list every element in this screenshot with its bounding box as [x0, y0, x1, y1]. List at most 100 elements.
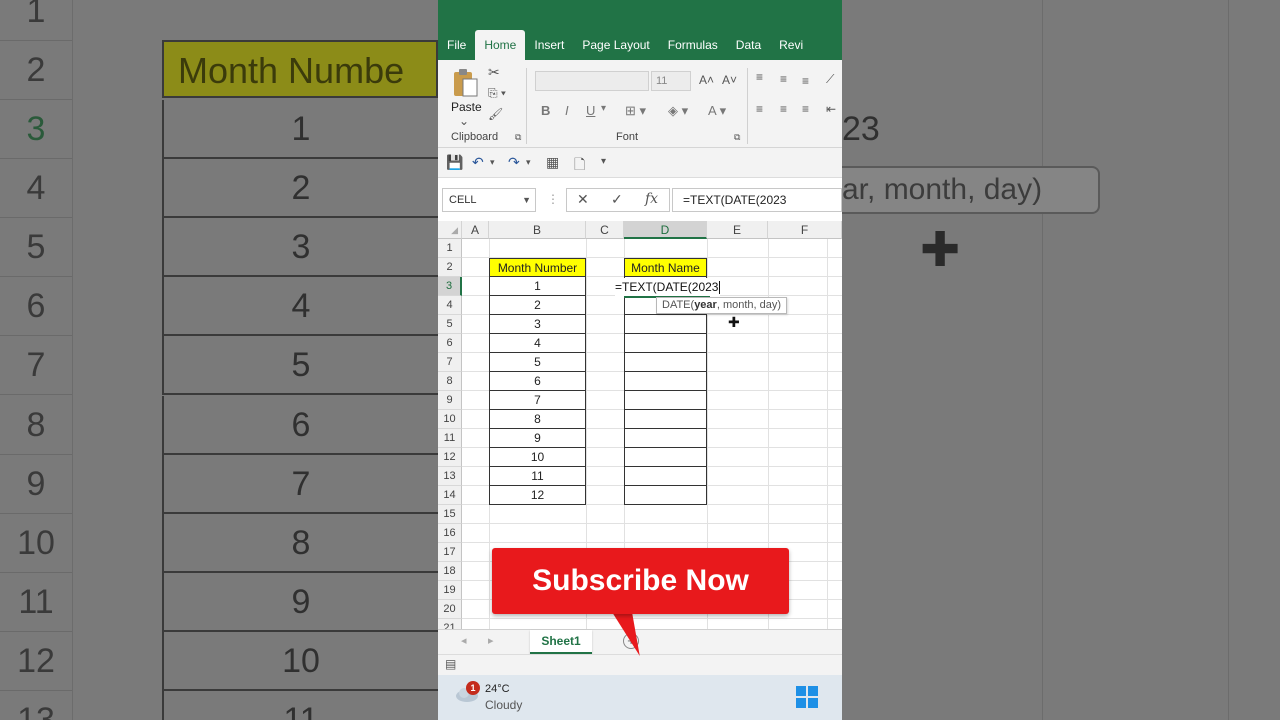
row-header[interactable]: 11	[438, 429, 462, 448]
row-header[interactable]: 19	[438, 581, 462, 600]
enter-icon[interactable]: ✓	[611, 191, 623, 208]
accessibility-icon[interactable]: ▤	[445, 657, 456, 671]
tab-data[interactable]: Data	[727, 30, 770, 60]
table-cell[interactable]	[624, 486, 707, 505]
column-header-c[interactable]: C	[586, 221, 624, 239]
table-cell[interactable]	[624, 429, 707, 448]
row-header[interactable]: 1	[438, 239, 462, 258]
select-all-corner[interactable]: ◢	[438, 221, 462, 239]
weather-temperature[interactable]: 24°C	[485, 683, 510, 695]
row-header[interactable]: 7	[438, 353, 462, 372]
row-header[interactable]: 10	[438, 410, 462, 429]
chevron-down-icon[interactable]: ▾	[601, 103, 606, 114]
column-header-d[interactable]: D	[624, 221, 707, 239]
row-header[interactable]: 9	[438, 391, 462, 410]
row-header[interactable]: 14	[438, 486, 462, 505]
save-icon[interactable]: 💾	[446, 154, 463, 171]
align-center-icon[interactable]: ≡	[780, 102, 787, 116]
chevron-down-icon[interactable]: ⌄	[459, 114, 469, 128]
font-color-icon[interactable]: A ▾	[708, 103, 726, 119]
table-cell[interactable]: 9	[489, 429, 586, 448]
align-right-icon[interactable]: ≡	[802, 102, 809, 116]
table-cell[interactable]: 4	[489, 334, 586, 353]
tab-formulas[interactable]: Formulas	[659, 30, 727, 60]
table-cell[interactable]	[624, 467, 707, 486]
windows-start-icon[interactable]	[796, 686, 818, 708]
insert-function-icon[interactable]: fx	[645, 191, 658, 207]
chevron-down-icon[interactable]: ▾	[526, 157, 531, 168]
align-bottom-icon[interactable]: ≡	[802, 74, 809, 88]
font-size-dropdown[interactable]: 11	[651, 71, 691, 91]
column-header-e[interactable]: E	[707, 221, 768, 239]
row-header[interactable]: 2	[438, 258, 462, 277]
row-header[interactable]: 4	[438, 296, 462, 315]
row-header[interactable]: 18	[438, 562, 462, 581]
format-painter-icon[interactable]: 🖌	[488, 107, 503, 121]
next-sheet-icon[interactable]: ▸	[488, 634, 494, 647]
table-cell[interactable]	[624, 334, 707, 353]
tab-insert[interactable]: Insert	[525, 30, 573, 60]
column-header-b[interactable]: B	[489, 221, 586, 239]
name-box[interactable]: CELL ▼	[442, 188, 536, 212]
tab-file[interactable]: File	[438, 30, 475, 60]
subscribe-now-banner[interactable]: Subscribe Now	[492, 548, 789, 614]
table-cell[interactable]	[624, 315, 707, 334]
font-name-dropdown[interactable]	[535, 71, 649, 91]
prev-sheet-icon[interactable]: ◂	[461, 634, 467, 647]
paste-icon[interactable]	[453, 68, 479, 98]
align-top-icon[interactable]: ≡	[756, 70, 763, 84]
row-header[interactable]: 21	[438, 619, 462, 629]
cut-icon[interactable]: ✂	[488, 64, 500, 81]
row-header[interactable]: 15	[438, 505, 462, 524]
column-header-a[interactable]: A	[462, 221, 489, 239]
align-middle-icon[interactable]: ≡	[780, 72, 787, 86]
row-header[interactable]: 16	[438, 524, 462, 543]
tab-review[interactable]: Revi	[770, 30, 812, 60]
table-cell[interactable]: 11	[489, 467, 586, 486]
table-cell[interactable]	[624, 372, 707, 391]
customize-qat-icon[interactable]: ▾	[601, 156, 606, 167]
row-header[interactable]: 6	[438, 334, 462, 353]
bold-button[interactable]: B	[541, 103, 550, 118]
table-cell[interactable]: 8	[489, 410, 586, 429]
calculator-icon[interactable]: ▦	[546, 154, 559, 171]
row-header[interactable]: 17	[438, 543, 462, 562]
tab-home[interactable]: Home	[475, 30, 526, 60]
active-cell-editor[interactable]: =TEXT(DATE(2023	[615, 278, 721, 296]
shrink-font-icon[interactable]: A˅	[722, 73, 737, 87]
new-file-icon[interactable]: 🗋	[574, 154, 585, 178]
undo-icon[interactable]: ↶	[472, 154, 484, 171]
chevron-down-icon[interactable]: ▾	[490, 157, 495, 168]
table-cell[interactable]: 2	[489, 296, 586, 315]
table-cell[interactable]: 7	[489, 391, 586, 410]
row-header[interactable]: 8	[438, 372, 462, 391]
table-cell[interactable]: 1	[489, 277, 586, 296]
italic-button[interactable]: I	[565, 103, 569, 118]
formula-input[interactable]: =TEXT(DATE(2023	[672, 188, 842, 212]
row-header[interactable]: 3	[438, 277, 462, 296]
row-header[interactable]: 5	[438, 315, 462, 334]
dialog-launcher-icon[interactable]: ⧉	[734, 132, 740, 143]
table-cell[interactable]: 3	[489, 315, 586, 334]
table-cell[interactable]: 10	[489, 448, 586, 467]
chevron-down-icon[interactable]: ▼	[522, 189, 531, 211]
table-cell[interactable]	[624, 448, 707, 467]
tab-page-layout[interactable]: Page Layout	[573, 30, 658, 60]
table-cell[interactable]	[624, 391, 707, 410]
borders-icon[interactable]: ⊞ ▾	[625, 103, 646, 119]
table-cell[interactable]: 12	[489, 486, 586, 505]
redo-icon[interactable]: ↷	[508, 154, 520, 171]
orientation-icon[interactable]: ⟋	[826, 72, 834, 87]
grow-font-icon[interactable]: A˄	[699, 73, 714, 87]
copy-icon[interactable]: ⎘ ▾	[488, 86, 506, 101]
sheet-tab-sheet1[interactable]: Sheet1	[530, 630, 592, 654]
row-header[interactable]: 13	[438, 467, 462, 486]
row-header[interactable]: 20	[438, 600, 462, 619]
weather-condition[interactable]: Cloudy	[485, 698, 522, 712]
fill-color-icon[interactable]: ◈ ▾	[668, 103, 688, 119]
table-cell[interactable]: 6	[489, 372, 586, 391]
paste-button[interactable]: Paste	[451, 100, 482, 114]
header-month-name[interactable]: Month Name	[624, 258, 707, 277]
table-cell[interactable]	[624, 410, 707, 429]
table-cell[interactable]: 5	[489, 353, 586, 372]
